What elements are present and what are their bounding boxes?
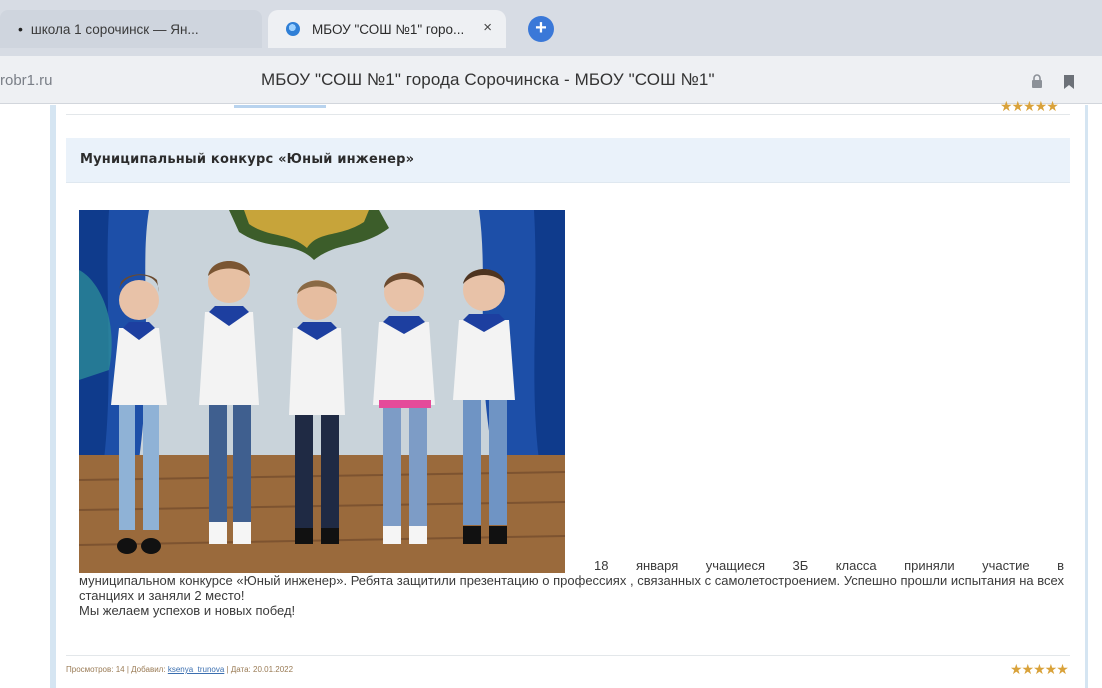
news-meta: Просмотров: 14 | Добавил: ksenya_trunova…	[66, 665, 294, 674]
news-title[interactable]: Муниципальный конкурс «Юный инженер»	[80, 152, 414, 167]
rating-stars[interactable]: ★★★★★	[1010, 661, 1069, 678]
tab-school-site[interactable]: МБОУ "СОШ №1" горо... ×	[268, 10, 506, 48]
bookmark-icon[interactable]	[1063, 74, 1075, 90]
author-link[interactable]: ksenya_trunova	[168, 665, 224, 674]
content-frame-right	[1085, 105, 1088, 688]
tab-label: МБОУ "СОШ №1" горо...	[312, 21, 465, 37]
date-label: Дата:	[230, 665, 251, 674]
tab-label: школа 1 сорочинск — Ян...	[30, 21, 199, 37]
article-closing: Мы желаем успехов и новых побед!	[79, 603, 296, 618]
new-tab-button[interactable]: +	[528, 16, 554, 42]
page-content: ★★★★★ Муниципальный конкурс «Юный инжене…	[0, 98, 1102, 688]
added-by-label: Добавил:	[131, 665, 166, 674]
news-article-text: 18 января учащиеся 3Б класса приняли уча…	[79, 558, 1064, 618]
previous-rating-stars[interactable]: ★★★★★	[1000, 98, 1059, 115]
content-frame-left	[50, 105, 56, 688]
close-tab-icon[interactable]: ×	[483, 19, 492, 36]
divider	[66, 655, 1070, 656]
news-header: Муниципальный конкурс «Юный инженер»	[66, 138, 1070, 183]
unsaved-dot-icon: •	[18, 21, 23, 37]
views-count: 14	[115, 665, 125, 674]
date-value: 20.01.2022	[253, 665, 294, 674]
tab-yandex-search[interactable]: • школа 1 сорочинск — Ян...	[0, 10, 262, 48]
previous-entry-footer	[66, 105, 1070, 115]
browser-tab-bar: • школа 1 сорочинск — Ян... МБОУ "СОШ №1…	[0, 0, 1102, 56]
url-text[interactable]: robr1.ru	[0, 72, 53, 89]
article-body: муниципальном конкурсе «Юный инженер». Р…	[79, 573, 1064, 603]
students-photo-illustration	[79, 210, 565, 573]
news-photo[interactable]	[79, 210, 565, 573]
address-bar: robr1.ru МБОУ "СОШ №1" города Сорочинска…	[0, 56, 1102, 104]
article-first-line: 18 января учащиеся 3Б класса приняли уча…	[594, 558, 1064, 573]
lock-icon[interactable]	[1030, 74, 1044, 88]
views-label: Просмотров:	[66, 665, 114, 674]
page-title: МБОУ "СОШ №1" города Сорочинска - МБОУ "…	[261, 70, 715, 89]
previous-entry-link[interactable]	[234, 105, 326, 108]
site-favicon-icon	[286, 22, 300, 36]
